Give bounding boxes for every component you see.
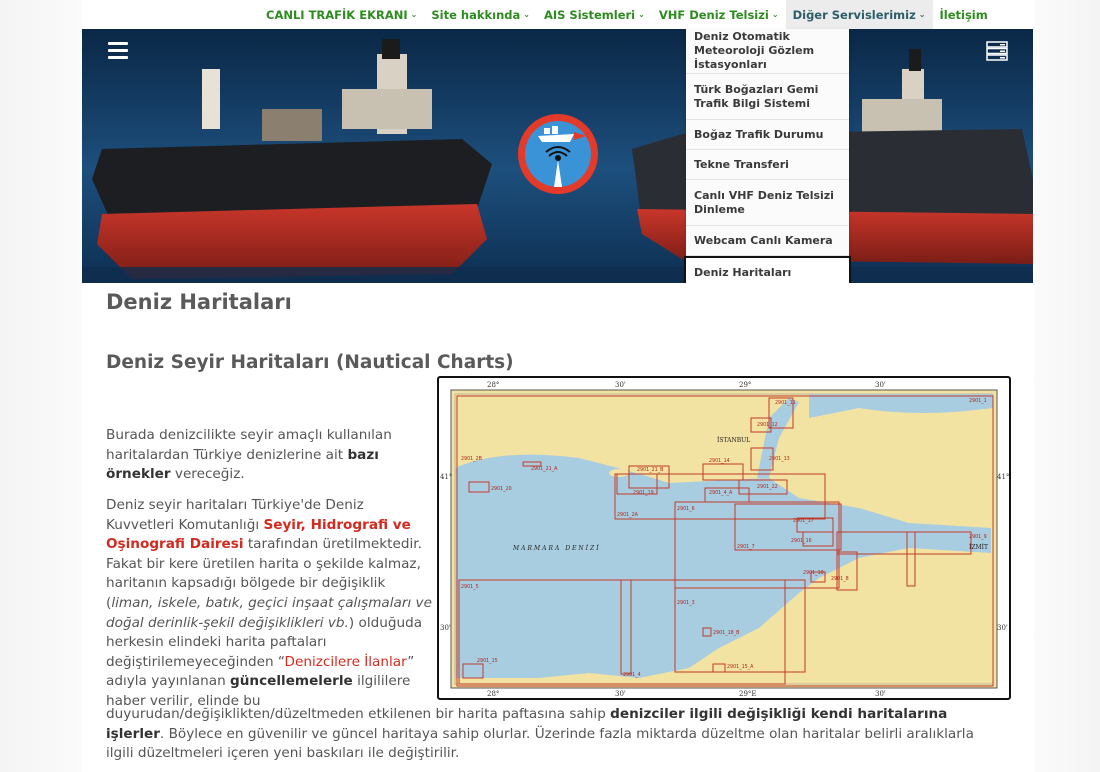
map-bottom-tick: 29°E [739, 690, 757, 698]
chevron-down-icon: ⌄ [410, 10, 418, 19]
left-margin [0, 0, 82, 772]
server-stack-icon[interactable] [986, 41, 1008, 61]
map-chart-id: 2901_21_A [531, 466, 558, 472]
map-place-label: MARMARA DENİZİ [512, 545, 601, 552]
text: vereceğiz. [170, 466, 245, 483]
denizcilere-ilanlar-link[interactable]: Denizcilere İlanlar [285, 654, 408, 670]
map-top-tick: 28° [487, 381, 499, 389]
dropdown-item-label: Tekne Transferi [694, 157, 789, 171]
chevron-down-icon: ⌄ [771, 10, 779, 19]
map-chart-id: 2901_18_B [713, 630, 739, 636]
text: duyurudan/değişiklikten/düzeltmeden etki… [106, 706, 611, 722]
map-chart-id: 2901_19 [633, 490, 654, 496]
map-chart-id: 2901_6 [677, 506, 695, 512]
map-chart-id: 2901_2A [617, 512, 639, 518]
map-chart-id: 2901_5 [461, 584, 479, 590]
nav-item-canli-trafik[interactable]: CANLI TRAFİK EKRANI ⌄ [259, 0, 424, 29]
dropdown-item-label: Canlı VHF Deniz Telsizi Dinleme [694, 188, 834, 216]
bold-text: güncellemelerle [230, 673, 353, 690]
nav-item-iletisim[interactable]: İletişim [933, 0, 995, 29]
map-chart-id: 2901_4 [623, 672, 641, 678]
chart-index-svg: 28° 30' 29° 30' 28° 30' 29°E 30' 41° 30'… [440, 381, 1009, 698]
nav-label: İletişim [939, 7, 988, 22]
map-chart-id: 2901_7 [737, 544, 755, 550]
map-chart-id: 2901_3 [677, 600, 695, 606]
nautical-chart-index-map[interactable]: 28° 30' 29° 30' 28° 30' 29°E 30' 41° 30'… [437, 376, 1011, 700]
nav-item-vhf[interactable]: VHF Deniz Telsizi ⌄ [652, 0, 786, 29]
map-chart-id: 2901_2B [461, 456, 482, 462]
body-paragraph-continued: duyurudan/değişiklikten/düzeltmeden etki… [106, 705, 986, 764]
nav-item-site-hakkinda[interactable]: Site hakkında ⌄ [424, 0, 537, 29]
nav-label: VHF Deniz Telsizi [658, 7, 769, 22]
map-right-tick: 30' [997, 624, 1008, 632]
map-chart-id: 2901_11 [775, 400, 796, 406]
map-chart-id: 2901_12 [757, 422, 778, 428]
dropdown-item-label: Türk Boğazları Gemi Trafik Bilgi Sistemi [694, 82, 819, 110]
map-chart-id: 2901_18 [803, 570, 824, 576]
nav-label: Site hakkında [431, 7, 521, 22]
map-chart-id: 2901_15_A [727, 664, 754, 670]
dropdown-item-bogazlar-trafik[interactable]: Türk Boğazları Gemi Trafik Bilgi Sistemi [686, 74, 849, 120]
map-left-tick: 30' [440, 624, 451, 632]
map-top-tick: 30' [875, 381, 886, 389]
page-title: Deniz Haritaları [106, 290, 292, 314]
map-bottom-tick: 30' [615, 690, 626, 698]
map-chart-id: 2901_4_A [709, 490, 733, 496]
site-logo[interactable] [516, 112, 600, 196]
map-place-label: İZMİT [969, 544, 988, 551]
nav-item-ais[interactable]: AIS Sistemleri ⌄ [537, 0, 652, 29]
map-chart-id: 2901_9 [969, 534, 987, 540]
intro-paragraph: Burada denizcilikte seyir amaçlı kullanı… [106, 426, 406, 485]
nav-label: Diğer Servislerimiz [792, 7, 916, 22]
services-dropdown: Deniz Otomatik Meteoroloji Gözlem İstasy… [684, 29, 851, 289]
nav-label: CANLI TRAFİK EKRANI [266, 7, 408, 22]
dropdown-item-meteoroloji[interactable]: Deniz Otomatik Meteoroloji Gözlem İstasy… [686, 29, 849, 74]
map-top-tick: 29° [739, 381, 751, 389]
dropdown-item-bogaz-trafik-durumu[interactable]: Boğaz Trafik Durumu [686, 120, 849, 150]
map-chart-id: 2901_22 [757, 484, 778, 490]
map-chart-id: 2901_21_B [637, 467, 663, 473]
map-chart-id: 2901_15 [477, 658, 498, 664]
body-paragraph: Deniz seyir haritaları Türkiye'de Deniz … [106, 496, 434, 712]
map-left-tick: 41° [440, 473, 452, 481]
nav-menu: CANLI TRAFİK EKRANI ⌄ Site hakkında ⌄ AIS … [259, 0, 995, 29]
map-chart-id: 2901_17 [793, 518, 814, 524]
dropdown-item-label: Deniz Haritaları [694, 265, 792, 279]
map-top-tick: 30' [615, 381, 626, 389]
map-bottom-tick: 28° [487, 690, 499, 698]
nav-item-diger-servisler[interactable]: Diğer Servislerimiz ⌄ [785, 0, 933, 29]
map-chart-id: 2901_20 [491, 486, 512, 492]
map-place-label: İSTANBUL [717, 437, 750, 444]
chevron-down-icon: ⌄ [638, 10, 645, 19]
chevron-down-icon: ⌄ [523, 10, 530, 19]
map-chart-id: 2901_16 [791, 538, 812, 544]
dropdown-item-label: Deniz Otomatik Meteoroloji Gözlem İstasy… [694, 30, 815, 71]
dropdown-item-label: Webcam Canlı Kamera [694, 233, 833, 247]
dropdown-item-webcam[interactable]: Webcam Canlı Kamera [686, 226, 849, 256]
hamburger-menu-icon[interactable] [108, 42, 128, 60]
map-bottom-tick: 30' [875, 690, 886, 698]
map-chart-id: 2901_14 [709, 458, 730, 464]
map-chart-id: 2901_13 [769, 456, 790, 462]
dropdown-item-vhf-dinleme[interactable]: Canlı VHF Deniz Telsizi Dinleme [686, 180, 849, 226]
dropdown-item-label: Boğaz Trafik Durumu [694, 127, 824, 141]
nav-label: AIS Sistemleri [543, 7, 636, 22]
map-right-tick: 41° [997, 473, 1009, 481]
right-margin [1034, 0, 1100, 772]
text: . Böylece en güvenilir ve güncel haritay… [106, 725, 974, 762]
dropdown-item-tekne-transferi[interactable]: Tekne Transferi [686, 150, 849, 180]
chevron-down-icon: ⌄ [918, 10, 926, 19]
top-navigation: CANLI TRAFİK EKRANI ⌄ Site hakkında ⌄ AIS … [82, 0, 1034, 29]
section-title: Deniz Seyir Haritaları (Nautical Charts) [106, 352, 514, 373]
map-chart-id: 2901_1 [969, 398, 987, 404]
map-chart-id: 2901_8 [831, 576, 849, 582]
